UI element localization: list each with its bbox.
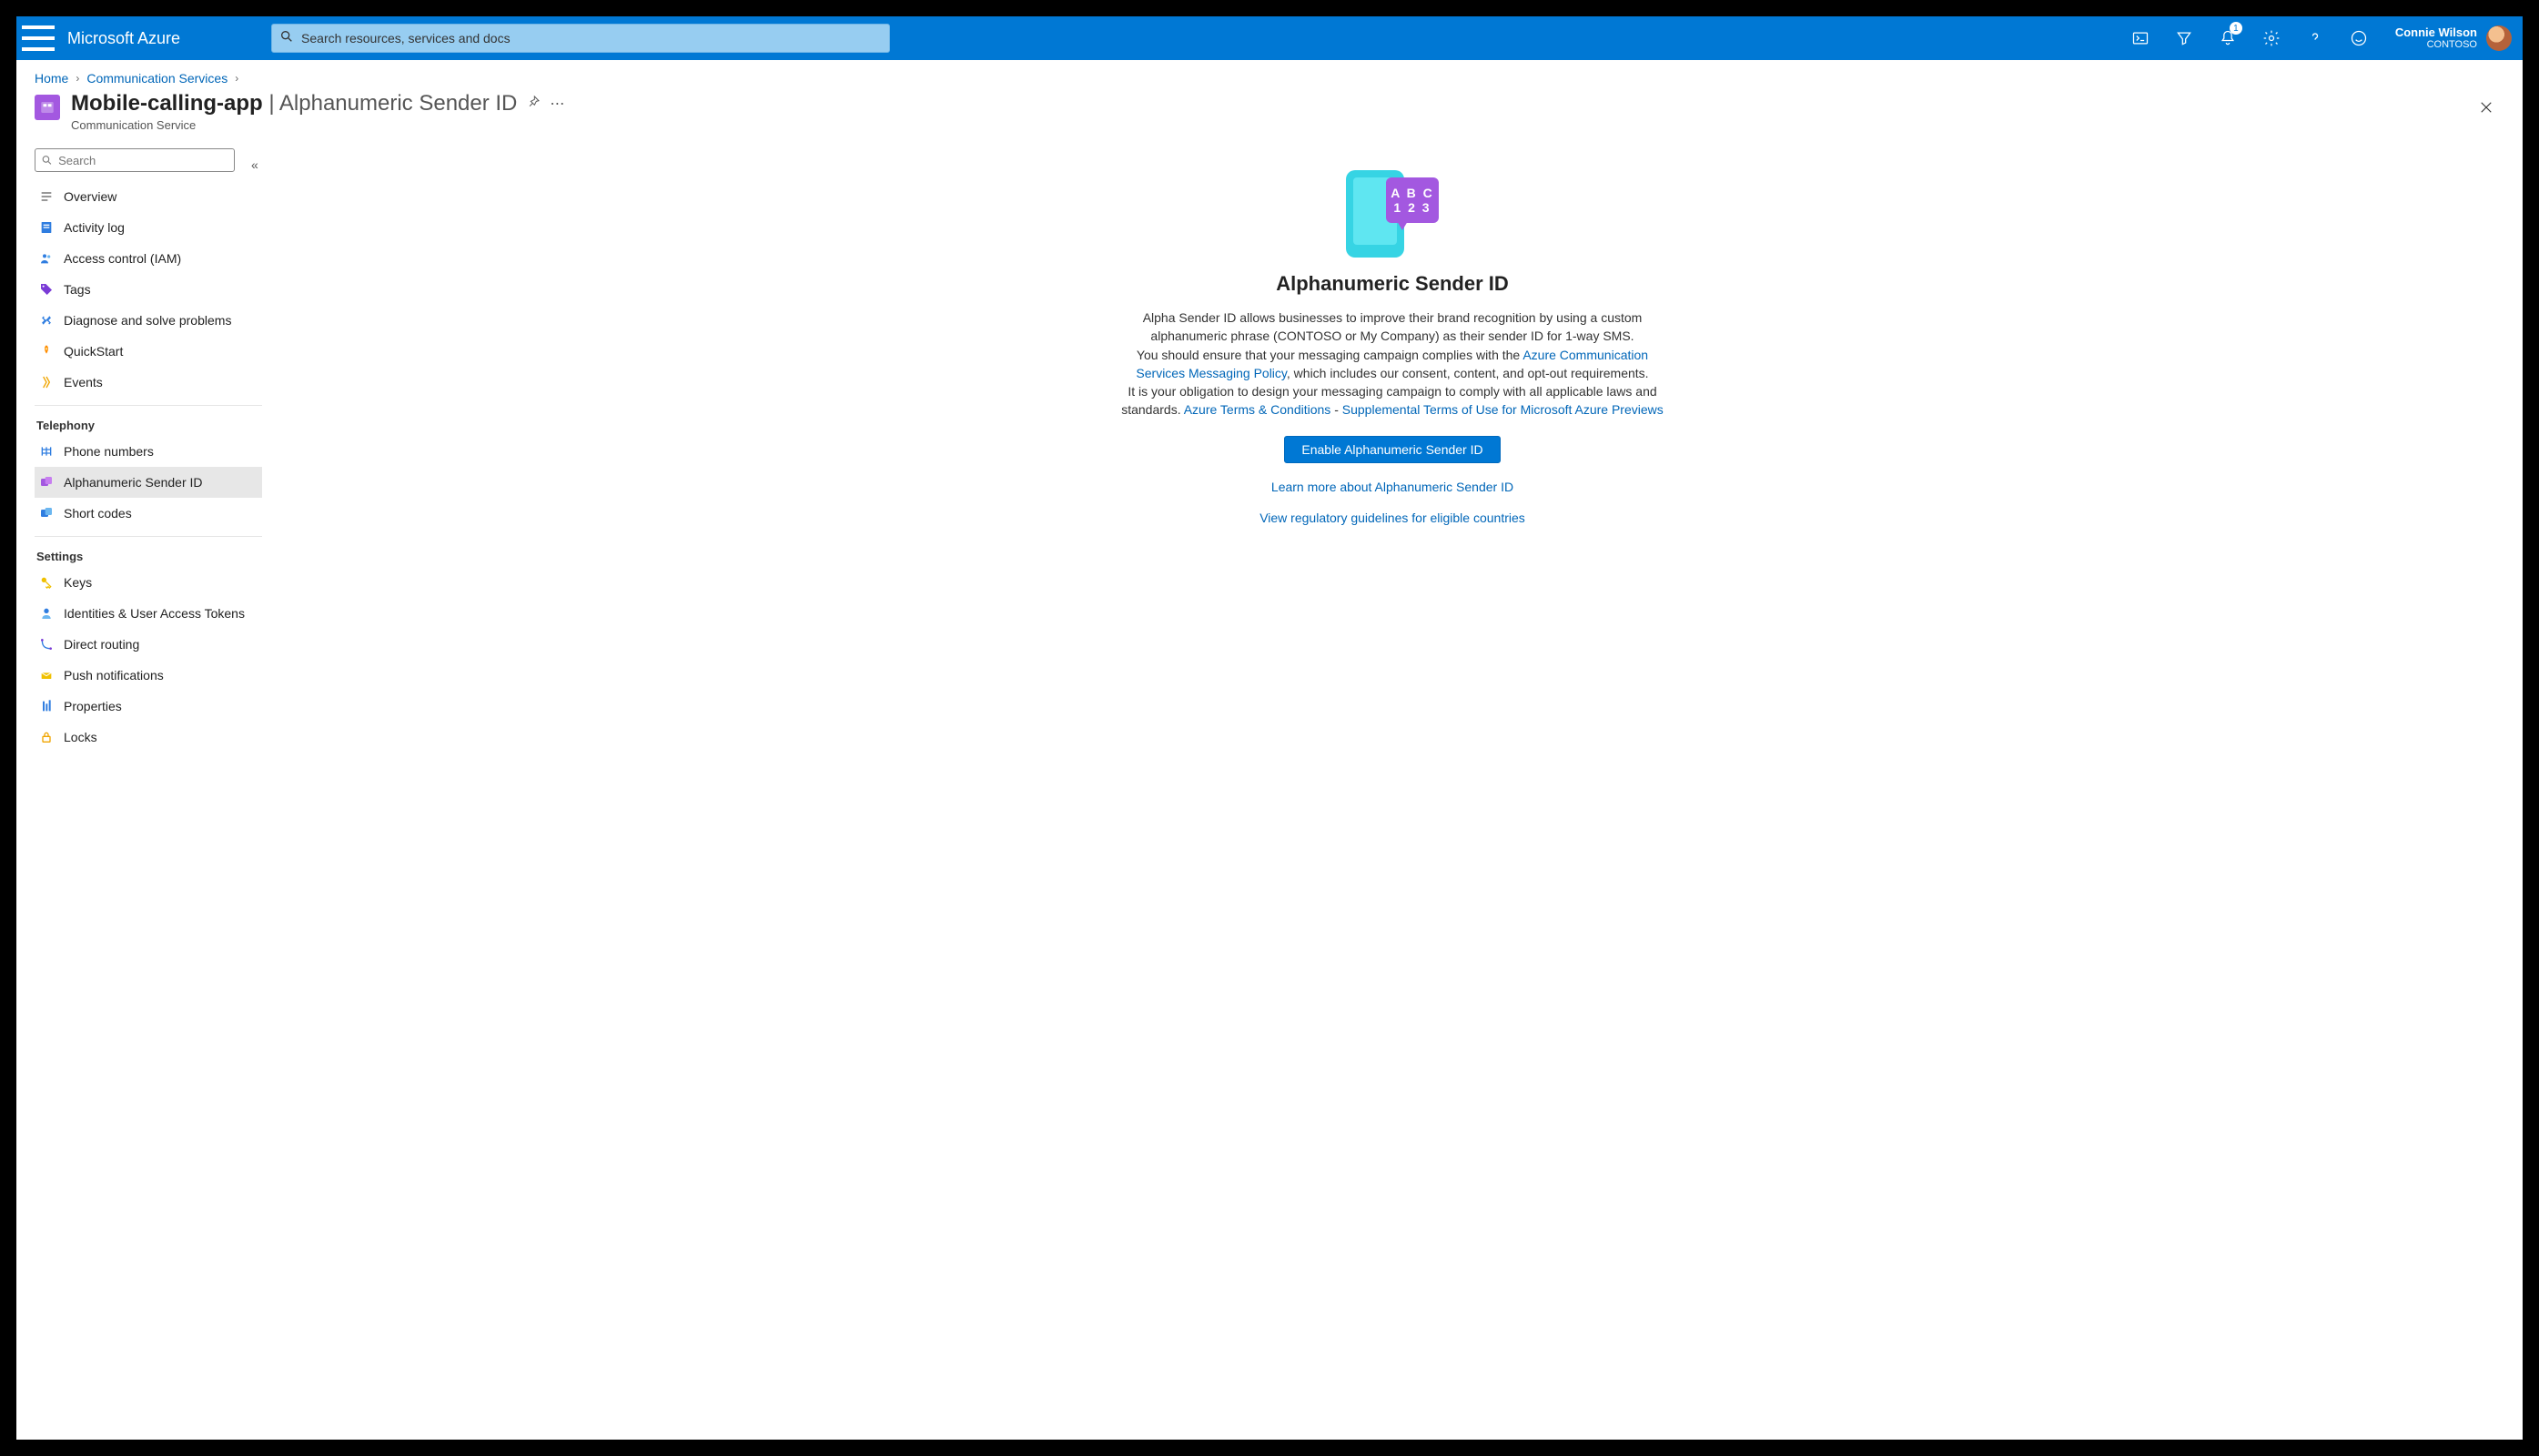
pin-icon[interactable] (526, 95, 541, 114)
global-search[interactable] (271, 24, 890, 53)
events-icon (38, 374, 55, 390)
direct-routing-icon (38, 636, 55, 652)
chevron-right-icon: › (235, 72, 238, 85)
global-search-input[interactable] (294, 31, 882, 46)
sidebar-item-label: Properties (64, 699, 122, 713)
phone-numbers-icon (38, 443, 55, 460)
close-icon[interactable] (2472, 93, 2501, 122)
settings-icon[interactable] (2250, 16, 2293, 60)
tags-icon (38, 281, 55, 298)
sidebar-item-label: QuickStart (64, 344, 123, 359)
cloud-shell-icon[interactable] (2119, 16, 2162, 60)
notification-badge: 1 (2230, 22, 2242, 35)
main-heading: Alphanumeric Sender ID (1276, 272, 1509, 296)
hamburger-icon[interactable] (16, 16, 60, 60)
side-search-input[interactable] (53, 154, 228, 167)
user-name: Connie Wilson (2395, 26, 2477, 39)
help-icon[interactable] (2293, 16, 2337, 60)
sidebar-item-label: Access control (IAM) (64, 251, 181, 266)
link-terms[interactable]: Azure Terms & Conditions (1184, 402, 1331, 417)
sidebar-item-push-notifications[interactable]: Push notifications (35, 660, 262, 691)
sidebar-item-label: Keys (64, 575, 92, 590)
link-regulatory[interactable]: View regulatory guidelines for eligible … (1259, 511, 1525, 525)
sidebar-item-quickstart[interactable]: QuickStart (35, 336, 262, 367)
overview-icon (38, 188, 55, 205)
access-control-iam--icon (38, 250, 55, 267)
locks-icon (38, 729, 55, 745)
chevron-right-icon: › (76, 72, 79, 85)
sidebar-item-label: Short codes (64, 506, 132, 521)
sidebar-item-label: Push notifications (64, 668, 164, 682)
page-title: Mobile-calling-app | Alphanumeric Sender… (71, 91, 517, 116)
crumb-home[interactable]: Home (35, 71, 68, 86)
keys-icon (38, 574, 55, 591)
feedback-icon[interactable] (2337, 16, 2381, 60)
breadcrumb: Home › Communication Services › (16, 60, 2523, 89)
notifications-icon[interactable]: 1 (2206, 16, 2250, 60)
page-header: Mobile-calling-app | Alphanumeric Sender… (16, 89, 2523, 139)
sidebar-item-label: Identities & User Access Tokens (64, 606, 245, 621)
tenant-name: CONTOSO (2395, 39, 2477, 50)
sidebar-item-label: Events (64, 375, 103, 389)
abc-badge-icon: A B C 1 2 3 (1386, 177, 1439, 223)
short-codes-icon (38, 505, 55, 521)
sidebar-item-diagnose-and-solve-problems[interactable]: Diagnose and solve problems (35, 305, 262, 336)
main-content: A B C 1 2 3 Alphanumeric Sender ID Alpha… (262, 139, 2523, 1440)
sidebar-item-identities-user-access-tokens[interactable]: Identities & User Access Tokens (35, 598, 262, 629)
link-supplemental[interactable]: Supplemental Terms of Use for Microsoft … (1342, 402, 1664, 417)
sidebar-item-label: Locks (64, 730, 97, 744)
side-search[interactable] (35, 148, 235, 172)
enable-button[interactable]: Enable Alphanumeric Sender ID (1284, 436, 1500, 463)
avatar (2486, 25, 2512, 51)
user-menu[interactable]: Connie Wilson CONTOSO (2381, 16, 2523, 60)
top-header: Microsoft Azure 1 Connie Wilson (16, 16, 2523, 60)
alphanumeric-sender-id-icon (38, 474, 55, 490)
sidebar-item-label: Direct routing (64, 637, 139, 652)
sidebar-item-direct-routing[interactable]: Direct routing (35, 629, 262, 660)
sidebar-item-overview[interactable]: Overview (35, 181, 262, 212)
main-description: Alpha Sender ID allows businesses to imp… (1115, 308, 1670, 420)
sidebar-item-keys[interactable]: Keys (35, 567, 262, 598)
activity-log-icon (38, 219, 55, 236)
crumb-parent[interactable]: Communication Services (86, 71, 228, 86)
page-subtitle: Communication Service (71, 118, 564, 132)
sidebar-item-activity-log[interactable]: Activity log (35, 212, 262, 243)
sidebar-item-label: Activity log (64, 220, 125, 235)
brand-label[interactable]: Microsoft Azure (60, 29, 253, 48)
resource-icon (35, 95, 60, 120)
sidebar-item-label: Alphanumeric Sender ID (64, 475, 203, 490)
sidebar-item-label: Diagnose and solve problems (64, 313, 231, 328)
sidebar-item-access-control-iam-[interactable]: Access control (IAM) (35, 243, 262, 274)
push-notifications-icon (38, 667, 55, 683)
sidebar-item-locks[interactable]: Locks (35, 722, 262, 753)
quickstart-icon (38, 343, 55, 359)
sidebar-item-properties[interactable]: Properties (35, 691, 262, 722)
sidebar-item-label: Phone numbers (64, 444, 154, 459)
link-learn-more[interactable]: Learn more about Alphanumeric Sender ID (1271, 480, 1513, 494)
nav-group-label: Settings (35, 536, 262, 567)
directory-filter-icon[interactable] (2162, 16, 2206, 60)
side-nav: « Overview Activity log Access control (IA… (16, 139, 262, 1440)
sidebar-item-phone-numbers[interactable]: Phone numbers (35, 436, 262, 467)
sidebar-item-alphanumeric-sender-id[interactable]: Alphanumeric Sender ID (35, 467, 262, 498)
nav-group-label: Telephony (35, 405, 262, 436)
collapse-icon[interactable]: « (251, 157, 258, 172)
identities-user-access-tokens-icon (38, 605, 55, 622)
diagnose-and-solve-problems-icon (38, 312, 55, 329)
sidebar-item-tags[interactable]: Tags (35, 274, 262, 305)
hero-illustration: A B C 1 2 3 (1346, 170, 1439, 258)
more-icon[interactable]: ⋯ (550, 95, 564, 113)
search-icon (279, 29, 294, 48)
sidebar-item-short-codes[interactable]: Short codes (35, 498, 262, 529)
sidebar-item-label: Overview (64, 189, 116, 204)
sidebar-item-label: Tags (64, 282, 91, 297)
properties-icon (38, 698, 55, 714)
sidebar-item-events[interactable]: Events (35, 367, 262, 398)
